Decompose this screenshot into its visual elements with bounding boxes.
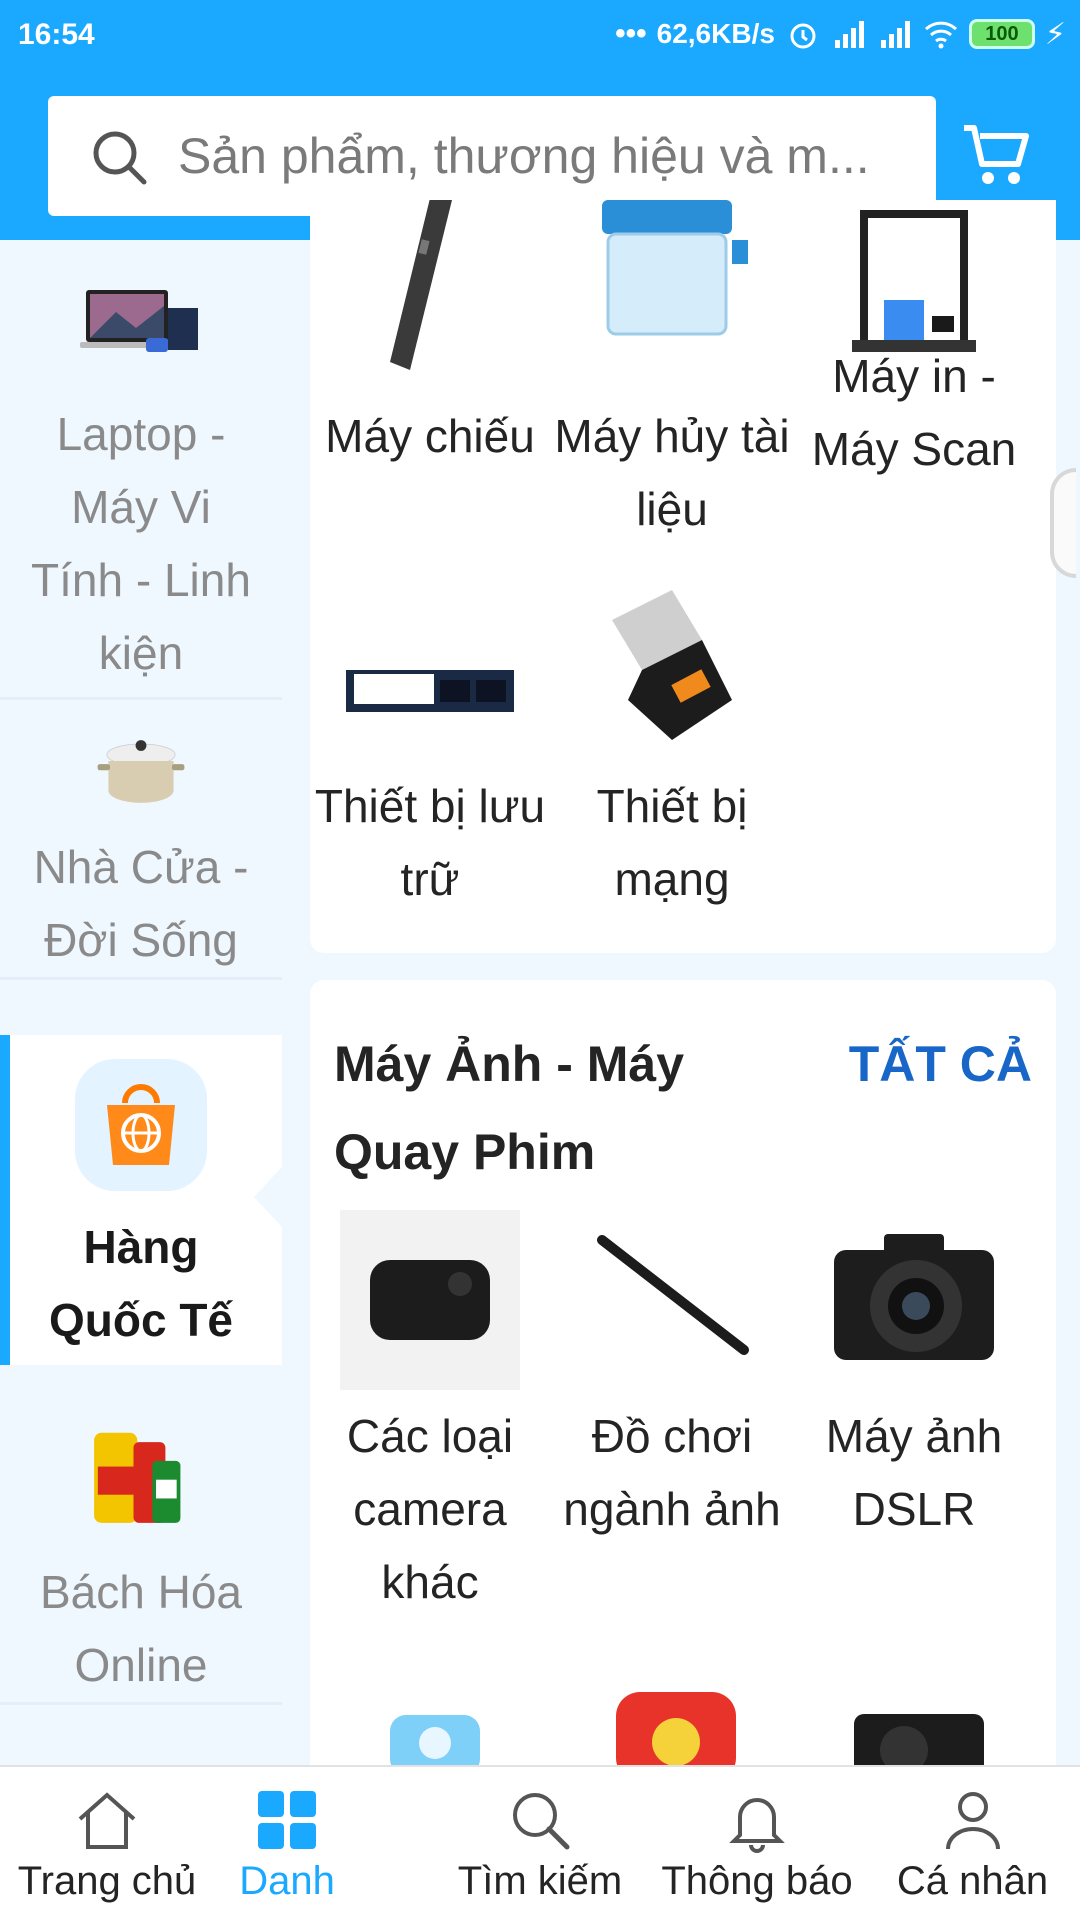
tile-label: Đồ chơi ngành ảnh [563,1410,781,1535]
nav-categories[interactable]: Danh [222,1767,352,1920]
tile-storage[interactable]: Thiết bị lưu trữ [310,580,550,950]
search-icon [513,1793,570,1850]
tile-projector[interactable]: Máy chiếu [310,200,550,560]
bell-icon [729,1798,785,1853]
tile-label: Thiết bị mạng [596,780,748,905]
sidebar-item-label: Nhà Cửa - Đời Sống [33,841,249,966]
scroll-handle[interactable] [1050,468,1076,578]
sidebar-item-label: Laptop - Máy Vi Tính - Linh kiện [31,408,251,679]
presenter-pointer-image [390,200,452,370]
tile-other-cameras[interactable]: Các loại camera khác [310,1210,550,1610]
search-bar[interactable] [48,96,936,216]
search-icon [93,131,147,185]
battery-indicator: 100 [968,19,1035,49]
active-pointer [254,1167,282,1227]
card-title: Máy Ảnh - Máy Quay Phim [334,1036,685,1180]
user-icon [945,1792,1000,1850]
active-indicator [0,1035,10,1365]
nav-notifications[interactable]: Thông báo [652,1767,862,1920]
signal-icon [834,21,864,48]
status-time: 16:54 [18,18,95,51]
tile-label: Máy in - Máy Scan [811,350,1017,475]
nav-label: Danh [239,1859,335,1903]
camera-image-black [854,1714,984,1765]
search-input[interactable] [178,126,918,186]
wifi-adapter-image [612,590,732,740]
net-speed: 62,6KB/s [656,18,775,49]
nav-home[interactable]: Trang chủ [12,1767,202,1920]
nav-label: Tìm kiếm [457,1859,623,1903]
dots-icon: ••• [615,17,647,50]
nav-search[interactable]: Tìm kiếm [445,1767,635,1920]
cart-icon[interactable] [960,118,1034,192]
icon-tile [75,1059,207,1191]
bottom-navigation: Trang chủ Danh Tìm kiếm Thông báo Cá nhâ… [0,1765,1080,1920]
sidebar-item-partial[interactable] [0,1708,282,1765]
nav-label: Trang chủ [17,1859,197,1903]
paper-shredder-image [602,200,748,336]
grocery-image [94,1432,181,1523]
cooking-pot-image [97,740,185,803]
mini-camera-image [340,1210,520,1390]
tile-label: Các loại camera khác [346,1410,514,1608]
see-all-link[interactable]: TẤT CẢ [849,1020,1032,1108]
tile-dslr[interactable]: Máy ảnh DSLR [794,1210,1034,1610]
sidebar-item-label: Bách Hóa Online [39,1566,242,1691]
signal-icon-2 [880,21,910,48]
tile-photo-accessories[interactable]: Đồ chơi ngành ảnh [552,1210,792,1610]
tile-label: Máy chiếu [325,410,535,462]
home-icon [78,1792,136,1849]
sidebar-item-laptop[interactable]: Laptop - Máy Vi Tính - Linh kiện [0,240,282,700]
laptop-image [80,290,198,352]
category-card-computers: Máy chiếu Máy hủy tài liệu Máy in - Máy … [310,200,1056,953]
category-card-camera: Máy Ảnh - Máy Quay Phim TẤT CẢ Các loại … [310,980,1056,1765]
kids-camera-image-red [616,1692,736,1765]
ssd-image [346,670,514,712]
nav-profile[interactable]: Cá nhân [880,1767,1065,1920]
sidebar-item-label: Hàng Quốc Tế [48,1221,234,1346]
dslr-camera-image [834,1234,994,1360]
status-bar: 16:54 ••• 62,6KB/s 100 ⚡ [0,0,1080,72]
kids-camera-image-blue [390,1715,480,1765]
sidebar-item-international[interactable]: Hàng Quốc Tế [0,1035,282,1365]
tile-shredder[interactable]: Máy hủy tài liệu [552,200,792,560]
nav-label: Cá nhân [896,1859,1049,1903]
tile-network[interactable]: Thiết bị mạng [552,580,792,950]
status-indicators: ••• 62,6KB/s 100 ⚡ [615,16,1066,52]
category-sidebar: Laptop - Máy Vi Tính - Linh kiện Nhà Cửa… [0,240,282,1765]
tile-label: Thiết bị lưu trữ [314,780,546,905]
grid-icon [258,1791,316,1849]
tile-printer[interactable]: Máy in - Máy Scan [794,200,1034,560]
tile-label: Máy hủy tài liệu [554,410,790,535]
tile-label: Máy ảnh DSLR [825,1410,1003,1535]
alarm-icon [790,23,816,49]
wifi-icon [924,21,957,49]
sidebar-item-home-living[interactable]: Nhà Cửa - Đời Sống [0,700,282,980]
sidebar-item-grocery[interactable]: Bách Hóa Online [0,1368,282,1705]
selfie-stick-image [597,1235,749,1355]
global-shopping-bag-icon [107,1084,175,1165]
charging-icon: ⚡ [1044,17,1066,51]
nav-label: Thông báo [661,1859,853,1903]
